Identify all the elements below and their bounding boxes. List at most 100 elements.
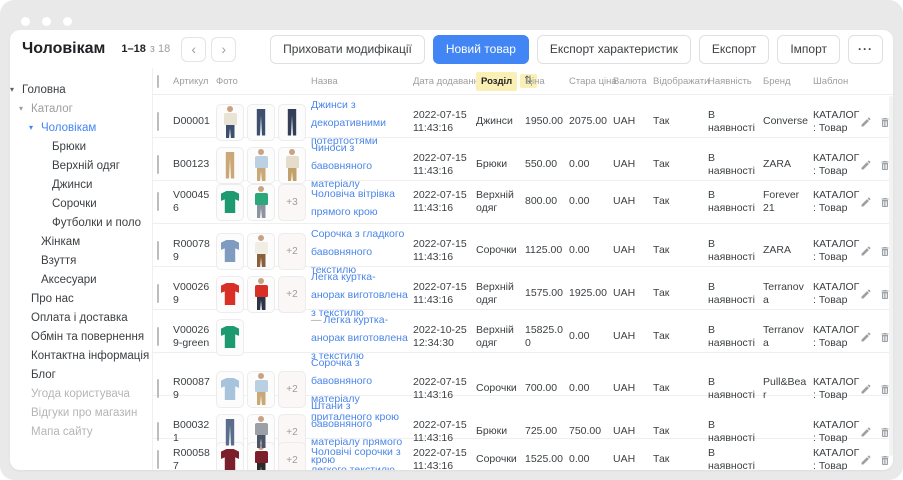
prev-page-button[interactable]: ‹ — [181, 37, 206, 62]
new-product-button[interactable]: Новий товар — [433, 35, 529, 64]
product-photo[interactable] — [247, 147, 275, 184]
product-photo[interactable] — [247, 104, 275, 141]
sidebar-item-exchange-returns[interactable]: Обмін та повернення — [10, 327, 152, 346]
content: ▾Головна▾Каталог▾ЧоловікамБрюкиВерхній о… — [10, 68, 893, 470]
window-dot-icon[interactable] — [42, 17, 51, 26]
date-cell: 2022-07-1511:43:16 — [413, 189, 476, 215]
edit-button[interactable] — [860, 426, 872, 438]
row-checkbox[interactable] — [157, 192, 159, 211]
edit-button[interactable] — [860, 288, 872, 300]
row-checkbox[interactable] — [157, 284, 159, 303]
hide-modifications-button[interactable]: Приховати модифікації — [270, 35, 425, 64]
import-button[interactable]: Імпорт — [777, 35, 840, 64]
sidebar-item-store-reviews[interactable]: Відгуки про магазин — [10, 403, 152, 422]
row-checkbox[interactable] — [157, 241, 159, 260]
sidebar-item-user-agreement[interactable]: Угода користувача — [10, 384, 152, 403]
currency-cell: UAH — [613, 158, 653, 171]
edit-button[interactable] — [860, 383, 872, 395]
chevron-down-icon[interactable]: ▾ — [19, 104, 31, 113]
more-actions-button[interactable]: ··· — [848, 35, 883, 64]
more-photos-badge[interactable]: +2 — [278, 233, 306, 270]
edit-button[interactable] — [860, 196, 872, 208]
product-link[interactable]: Чиноси з бавовняного матеріалу — [311, 142, 372, 190]
export-characteristics-button[interactable]: Експорт характеристик — [537, 35, 691, 64]
old-price-cell: 0.00 — [569, 330, 613, 343]
sidebar-item-tshirts-polo[interactable]: Футболки и поло — [10, 213, 152, 232]
product-photo[interactable] — [247, 184, 275, 221]
brand-cell: ZARA — [763, 158, 813, 171]
more-photos-badge[interactable]: +2 — [278, 442, 306, 471]
window-dot-icon[interactable] — [21, 17, 30, 26]
date-added: 2022-07-15 — [413, 447, 471, 460]
column-header-label[interactable]: Розділ — [476, 72, 517, 91]
product-photo[interactable] — [216, 147, 244, 184]
chevron-down-icon[interactable]: ▾ — [29, 123, 41, 132]
more-photos-badge[interactable]: +2 — [278, 371, 306, 408]
row-checkbox[interactable] — [157, 155, 159, 174]
next-page-button[interactable]: › — [211, 37, 236, 62]
row-checkbox[interactable] — [157, 422, 159, 441]
chevron-down-icon[interactable]: ▾ — [10, 85, 22, 94]
row-checkbox[interactable] — [157, 450, 159, 469]
product-link[interactable]: Чоловічі сорочки з легкого текстилю — [311, 446, 401, 470]
window-dot-icon[interactable] — [63, 17, 72, 26]
sidebar-item-label: Контактна інформація — [31, 350, 149, 362]
sidebar-item-women[interactable]: Жінкам — [10, 232, 152, 251]
sidebar-item-contact-info[interactable]: Контактна інформація — [10, 346, 152, 365]
edit-button[interactable] — [860, 245, 872, 257]
product-photo[interactable] — [247, 233, 275, 270]
product-photo[interactable] — [216, 184, 244, 221]
product-photo[interactable] — [216, 371, 244, 408]
column-header: Валюта — [613, 76, 653, 87]
sidebar-item-accessories[interactable]: Аксесуари — [10, 270, 152, 289]
product-photo[interactable] — [216, 233, 244, 270]
row-checkbox[interactable] — [157, 379, 159, 398]
pencil-icon — [860, 159, 872, 171]
edit-button[interactable] — [860, 159, 872, 171]
time-added: 11:43:16 — [413, 165, 471, 178]
time-added: 11:43:16 — [413, 294, 471, 307]
edit-button[interactable] — [860, 116, 872, 128]
more-photos-badge[interactable]: +3 — [278, 184, 306, 221]
sidebar-item-men[interactable]: ▾Чоловікам — [10, 118, 152, 137]
product-photo[interactable] — [216, 442, 244, 471]
sidebar-item-shirts[interactable]: Сорочки — [10, 194, 152, 213]
column-header: Відображати — [653, 76, 708, 87]
export-button[interactable]: Експорт — [699, 35, 769, 64]
product-photo[interactable] — [247, 371, 275, 408]
row-checkbox[interactable] — [157, 327, 159, 346]
product-photo[interactable] — [278, 147, 306, 184]
sidebar-item-outerwear[interactable]: Верхній одяг — [10, 156, 152, 175]
sidebar-item-footwear[interactable]: Взуття — [10, 251, 152, 270]
sidebar-item-blog[interactable]: Блог — [10, 365, 152, 384]
sidebar-item-trousers[interactable]: Брюки — [10, 137, 152, 156]
sidebar-item-about-us[interactable]: Про нас — [10, 289, 152, 308]
scrollbar[interactable] — [889, 96, 893, 456]
sidebar-item-jeans[interactable]: Джинси — [10, 175, 152, 194]
row-checkbox[interactable] — [157, 112, 159, 131]
section-cell: Верхній одяг — [476, 189, 525, 215]
product-photo[interactable] — [247, 276, 275, 313]
product-photo[interactable] — [216, 319, 244, 356]
edit-button[interactable] — [860, 454, 872, 466]
time-added: 11:43:16 — [413, 202, 471, 215]
table-row: R000879+2Сорочка з бавовняного матеріалу… — [153, 353, 893, 396]
sidebar-item-home[interactable]: ▾Головна — [10, 80, 152, 99]
variant-dash: — — [311, 314, 322, 326]
sidebar-item-payment-delivery[interactable]: Оплата і доставка — [10, 308, 152, 327]
more-photos-badge[interactable]: +2 — [278, 276, 306, 313]
currency-cell: UAH — [613, 425, 653, 438]
select-all-checkbox[interactable] — [157, 75, 159, 88]
product-photo[interactable] — [216, 276, 244, 313]
currency-cell: UAH — [613, 195, 653, 208]
sidebar-item-sitemap[interactable]: Мапа сайту — [10, 422, 152, 441]
date-cell: 2022-07-1511:43:16 — [413, 109, 476, 135]
brand-cell: Terranova — [763, 324, 813, 350]
product-photo[interactable] — [216, 104, 244, 141]
product-link[interactable]: Чоловіча вітрівка прямого крою — [311, 188, 395, 218]
product-photo[interactable] — [278, 104, 306, 141]
product-photo[interactable] — [247, 442, 275, 471]
display-cell: Так — [653, 158, 708, 171]
edit-button[interactable] — [860, 331, 872, 343]
sidebar-item-catalog[interactable]: ▾Каталог — [10, 99, 152, 118]
